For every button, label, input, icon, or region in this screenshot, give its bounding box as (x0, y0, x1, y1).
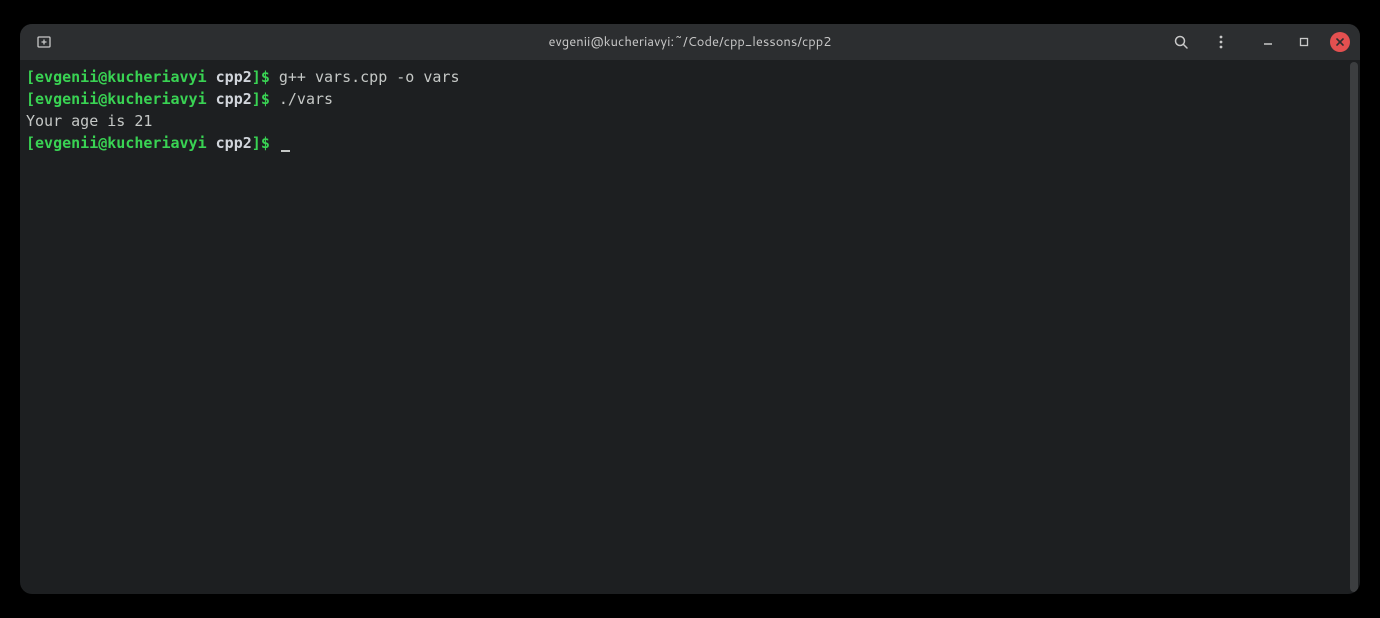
terminal-line: [evgenii@kucheriavyi cpp2]$ (26, 132, 1354, 154)
command-text: ./vars (270, 90, 333, 108)
terminal-line: [evgenii@kucheriavyi cpp2]$ g++ vars.cpp… (26, 66, 1354, 88)
command-text: g++ vars.cpp -o vars (270, 68, 460, 86)
titlebar: evgenii@kucheriavyi:~/Code/cpp_lessons/c… (20, 24, 1360, 60)
kebab-menu-icon (1213, 34, 1229, 50)
maximize-button[interactable] (1294, 32, 1314, 52)
terminal-body[interactable]: [evgenii@kucheriavyi cpp2]$ g++ vars.cpp… (20, 60, 1360, 594)
scrollbar[interactable] (1350, 62, 1358, 592)
command-text (270, 134, 279, 152)
menu-button[interactable] (1210, 31, 1232, 53)
new-tab-icon (36, 34, 52, 50)
output-text: Your age is 21 (26, 112, 152, 130)
close-button[interactable] (1330, 32, 1350, 52)
minimize-icon (1262, 36, 1274, 48)
titlebar-right (1170, 31, 1350, 53)
terminal-window: evgenii@kucheriavyi:~/Code/cpp_lessons/c… (20, 24, 1360, 594)
terminal-line: [evgenii@kucheriavyi cpp2]$ ./vars (26, 88, 1354, 110)
window-title: evgenii@kucheriavyi:~/Code/cpp_lessons/c… (549, 33, 832, 51)
minimize-button[interactable] (1258, 32, 1278, 52)
search-button[interactable] (1170, 31, 1192, 53)
cursor (281, 150, 290, 152)
close-icon (1335, 37, 1345, 47)
search-icon (1173, 34, 1189, 50)
maximize-icon (1298, 36, 1310, 48)
titlebar-left (30, 28, 58, 56)
terminal-line: Your age is 21 (26, 110, 1354, 132)
window-controls (1258, 32, 1350, 52)
new-tab-button[interactable] (30, 28, 58, 56)
